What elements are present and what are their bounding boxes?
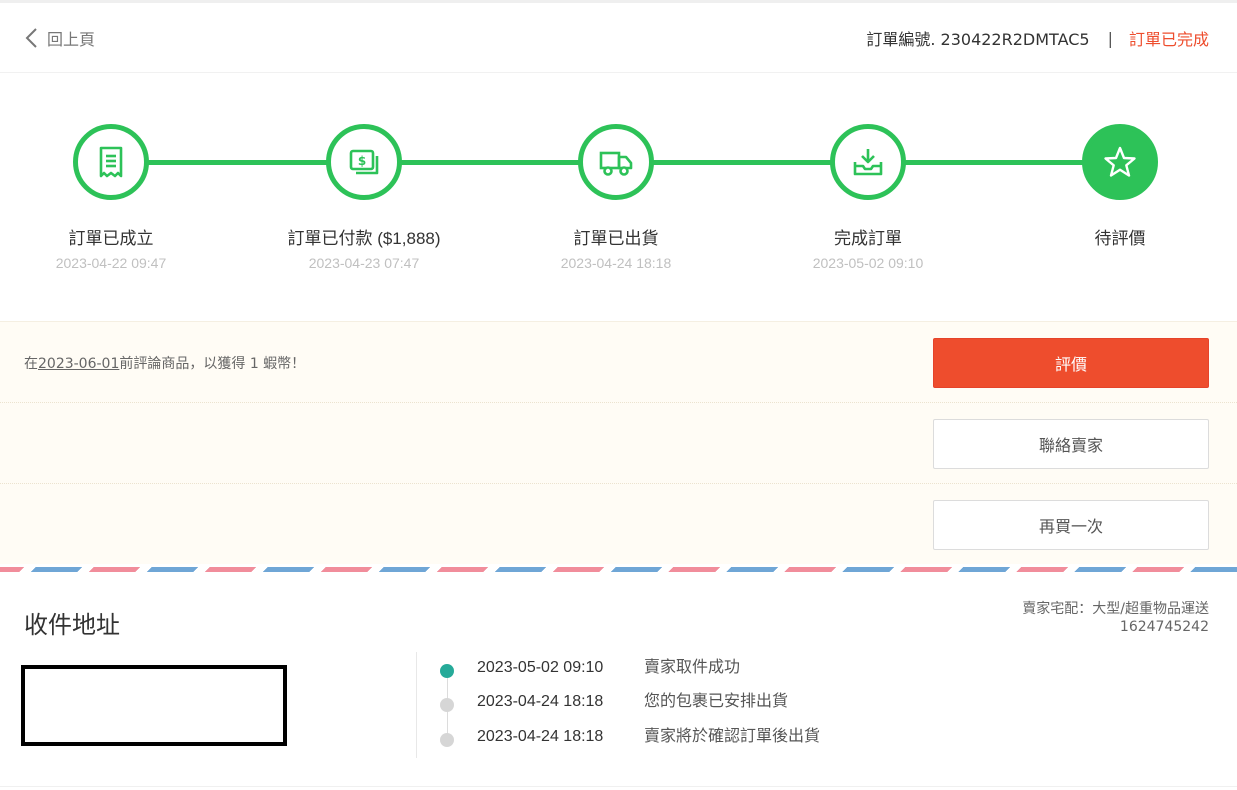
tracking-dot [440, 733, 454, 747]
step-label: 完成訂單 [834, 229, 902, 248]
inbox-download-icon [853, 149, 883, 176]
order-info: 訂單編號. 230422R2DMTAC5 | 訂單已完成 [866, 24, 1209, 52]
progress-connector [652, 160, 832, 165]
tracking-item: 2023-05-02 09:10 賣家取件成功 [440, 656, 740, 680]
review-prefix: 在 [24, 356, 38, 372]
progress-connector [400, 160, 580, 165]
page-header: 回上頁 訂單編號. 230422R2DMTAC5 | 訂單已完成 [0, 3, 1237, 73]
tracking-dot-active [440, 664, 454, 678]
order-number: 訂單編號. 230422R2DMTAC5 [866, 30, 1090, 49]
address-section: 收件地址 賣家宅配：大型/超重物品運送 1624745242 2023-05-0… [0, 572, 1237, 790]
order-actions-panel: 在2023-06-01前評論商品，以獲得 1 蝦幣！ 評價 聯絡賣家 再買一次 [0, 321, 1237, 564]
review-deadline-link[interactable]: 2023-06-01 [38, 356, 119, 372]
tracking-time: 2023-05-02 09:10 [477, 659, 604, 676]
step-time: 2023-04-23 07:47 [308, 255, 420, 271]
order-progress-stepper: 訂單已成立 2023-04-22 09:47 $ 訂單已付款 ($1,888) … [0, 74, 1237, 321]
tracking-description: 賣家取件成功 [644, 657, 741, 676]
tracking-number: 1624745242 [1119, 619, 1209, 635]
progress-connector [148, 160, 328, 165]
tracking-description: 您的包裹已安排出貨 [644, 691, 789, 710]
step-circle [578, 124, 654, 200]
chevron-left-icon [25, 28, 37, 48]
star-icon [1104, 146, 1136, 177]
svg-text:$: $ [358, 154, 366, 168]
action-row: 再買一次 [0, 484, 1237, 565]
step-circle: $ [326, 124, 402, 200]
step-circle [73, 124, 149, 200]
order-separator: | [1107, 28, 1113, 48]
contact-seller-button[interactable]: 聯絡賣家 [933, 419, 1209, 469]
step-time: 2023-05-02 09:10 [812, 255, 924, 271]
cash-icon: $ [349, 149, 379, 175]
action-row: 聯絡賣家 [0, 403, 1237, 484]
order-status: 訂單已完成 [1128, 30, 1209, 49]
tracking-dot [440, 698, 454, 712]
review-reminder: 在2023-06-01前評論商品，以獲得 1 蝦幣！ [24, 353, 305, 373]
step-circle [1082, 124, 1158, 200]
action-row: 在2023-06-01前評論商品，以獲得 1 蝦幣！ 評價 [0, 322, 1237, 403]
receipt-icon [99, 146, 123, 178]
truck-icon [599, 151, 633, 176]
tracking-divider [416, 652, 417, 758]
tracking-time: 2023-04-24 18:18 [477, 693, 604, 710]
address-redacted-box [21, 665, 287, 746]
tracking-item: 2023-04-24 18:18 您的包裹已安排出貨 [440, 690, 788, 714]
step-label: 訂單已出貨 [573, 229, 659, 248]
tracking-time: 2023-04-24 18:18 [477, 728, 604, 745]
back-label: 回上頁 [47, 30, 96, 49]
step-circle [830, 124, 906, 200]
shipping-info: 賣家宅配：大型/超重物品運送 1624745242 [1022, 600, 1209, 636]
back-button[interactable]: 回上頁 [24, 24, 95, 52]
shipping-carrier: 賣家宅配：大型/超重物品運送 [1022, 601, 1209, 617]
address-title: 收件地址 [24, 611, 120, 639]
buy-again-button[interactable]: 再買一次 [933, 500, 1209, 550]
step-label: 待評價 [1094, 229, 1146, 248]
rate-button[interactable]: 評價 [933, 338, 1209, 388]
step-label: 訂單已付款 ($1,888) [287, 229, 441, 248]
review-suffix: 前評論商品，以獲得 1 蝦幣！ [119, 356, 306, 372]
bottom-divider [0, 786, 1237, 787]
tracking-item: 2023-04-24 18:18 賣家將於確認訂單後出貨 [440, 725, 820, 749]
step-time: 2023-04-24 18:18 [560, 255, 672, 271]
tracking-description: 賣家將於確認訂單後出貨 [644, 726, 821, 745]
progress-connector [904, 160, 1084, 165]
step-time: 2023-04-22 09:47 [55, 255, 167, 271]
step-label: 訂單已成立 [68, 229, 154, 248]
